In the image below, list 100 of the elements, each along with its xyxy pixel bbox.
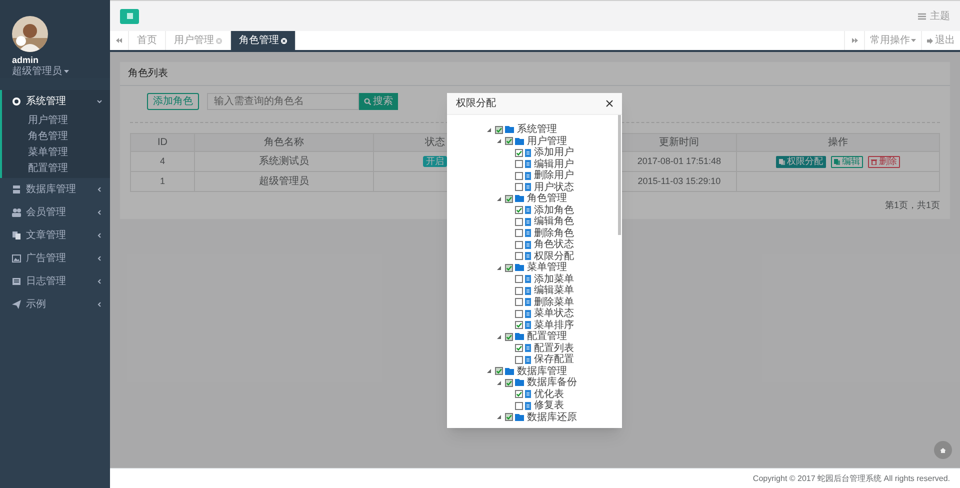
role-dropdown[interactable]: 超级管理员 <box>12 66 69 77</box>
submenu-item[interactable]: 菜单管理 <box>28 144 68 160</box>
tree-node-label[interactable]: 删除角色 <box>534 228 574 239</box>
menu-icon <box>126 13 132 19</box>
tree-node-label[interactable]: 菜单管理 <box>527 262 567 274</box>
tab[interactable]: 角色管理 <box>231 31 296 50</box>
collapse-toggle-icon[interactable] <box>497 196 501 201</box>
column-header: 更新时间 <box>659 137 700 148</box>
tree-node-label[interactable]: 保存配置 <box>534 354 574 366</box>
file-icon <box>525 321 531 330</box>
tree-node-label[interactable]: 修复表 <box>534 400 564 412</box>
checkbox[interactable] <box>495 126 503 134</box>
collapse-toggle-icon[interactable] <box>497 380 501 385</box>
checkbox[interactable] <box>515 252 523 260</box>
copyright-text: Copyright © 2017 蛇园后台管理系统 All rights reserved. <box>752 472 950 484</box>
copy-icon <box>834 158 840 164</box>
tree-node-label[interactable]: 删除菜单 <box>534 296 574 308</box>
collapse-toggle-icon[interactable] <box>497 415 501 420</box>
tree-node-label[interactable]: 数据库还原 <box>527 412 577 423</box>
scrollbar[interactable] <box>618 115 621 235</box>
file-icon <box>525 275 531 284</box>
tree-node-label[interactable]: 菜单状态 <box>534 308 574 320</box>
menu-button[interactable] <box>120 8 139 24</box>
tree-node-label[interactable]: 用户状态 <box>534 182 574 193</box>
tree-node-label[interactable]: 添加用户 <box>534 147 574 158</box>
menu-item[interactable]: 日志管理 <box>2 270 110 293</box>
collapse-toggle-icon[interactable] <box>497 334 501 339</box>
tree-node-label[interactable]: 菜单排序 <box>534 320 574 331</box>
tree-node-label[interactable]: 数据库备份 <box>527 377 577 388</box>
chevron-left-icon <box>97 279 102 284</box>
submenu-item[interactable]: 配置管理 <box>28 160 68 176</box>
home-icon <box>940 448 946 452</box>
folder-icon <box>515 195 524 202</box>
file-icon <box>525 172 531 180</box>
tree-node-label[interactable]: 编辑角色 <box>534 216 574 228</box>
checkbox[interactable] <box>505 413 513 422</box>
chevron-left-icon <box>97 187 102 192</box>
tree-node-label[interactable]: 数据库管理 <box>517 366 567 377</box>
tree-node-label[interactable]: 配置列表 <box>534 342 574 354</box>
status-badge: 开启 <box>423 156 448 167</box>
menu-item[interactable]: 系统管理 <box>2 90 110 112</box>
tree-node-label[interactable]: 删除用户 <box>534 170 574 182</box>
checkbox[interactable] <box>515 286 523 295</box>
checkbox[interactable] <box>515 218 523 226</box>
list-icon <box>918 12 926 20</box>
checkbox[interactable] <box>505 332 513 341</box>
search-field[interactable]: 输入需查询的角色名 <box>207 93 359 110</box>
checkbox[interactable] <box>515 240 523 249</box>
checkbox[interactable] <box>515 275 523 284</box>
table-cell: 1 <box>160 176 165 186</box>
collapse-toggle-icon[interactable] <box>487 128 491 132</box>
tree-node-label[interactable]: 添加角色 <box>534 204 574 216</box>
checkbox[interactable] <box>515 344 523 352</box>
tree-node-label[interactable]: 系统管理 <box>517 124 557 136</box>
chevron-left-icon <box>97 302 102 307</box>
checkbox[interactable] <box>515 160 523 168</box>
menu-item[interactable]: 示例 <box>2 293 110 316</box>
checkbox[interactable] <box>515 356 523 364</box>
checkbox[interactable] <box>515 402 523 410</box>
tree-node-label[interactable]: 角色状态 <box>534 239 574 250</box>
checkbox[interactable] <box>515 310 523 318</box>
checkbox[interactable] <box>505 378 513 387</box>
checkbox[interactable] <box>515 172 523 180</box>
table-cell: 超级管理员 <box>258 176 309 187</box>
collapse-toggle-icon[interactable] <box>497 139 501 144</box>
checkbox[interactable] <box>515 298 523 306</box>
submenu-item[interactable]: 角色管理 <box>28 128 68 144</box>
file-icon <box>525 240 531 249</box>
tree-node-label[interactable]: 角色管理 <box>527 193 567 204</box>
menu-item[interactable]: 数据库管理 <box>2 178 110 201</box>
tree-node-label[interactable]: 编辑用户 <box>534 158 574 170</box>
tree-node-label[interactable]: 添加菜单 <box>534 274 574 285</box>
home-button[interactable] <box>934 441 952 459</box>
checkbox[interactable] <box>515 229 523 238</box>
tree-node-label[interactable]: 编辑菜单 <box>534 285 574 296</box>
submenu-item[interactable]: 用户管理 <box>28 112 68 128</box>
caret-icon <box>64 70 69 73</box>
menu-item[interactable]: 会员管理 <box>2 201 110 224</box>
checkbox[interactable] <box>505 137 513 146</box>
close-icon[interactable] <box>281 38 287 44</box>
checkbox[interactable] <box>515 148 523 157</box>
checkbox[interactable] <box>505 194 513 203</box>
menu-item[interactable]: 广告管理 <box>2 247 110 270</box>
folder-icon <box>515 414 524 421</box>
collapse-toggle-icon[interactable] <box>497 266 501 270</box>
table-cell: 2017-08-01 17:51:48 <box>637 156 721 166</box>
checkbox[interactable] <box>515 390 523 398</box>
checkbox[interactable] <box>515 206 523 214</box>
table-cell: 4 <box>160 156 165 166</box>
file-icon <box>525 160 531 168</box>
checkbox[interactable] <box>515 321 523 330</box>
checkbox[interactable] <box>505 264 513 272</box>
tree-node-label[interactable]: 优化表 <box>534 388 564 400</box>
menu-item[interactable]: 文章管理 <box>2 224 110 247</box>
checkbox[interactable] <box>515 183 523 192</box>
tree-node-label[interactable]: 权限分配 <box>534 250 574 262</box>
collapse-toggle-icon[interactable] <box>487 369 491 374</box>
close-icon[interactable] <box>606 100 613 107</box>
tree-node-label[interactable]: 配置管理 <box>527 331 567 342</box>
checkbox[interactable] <box>495 367 503 376</box>
